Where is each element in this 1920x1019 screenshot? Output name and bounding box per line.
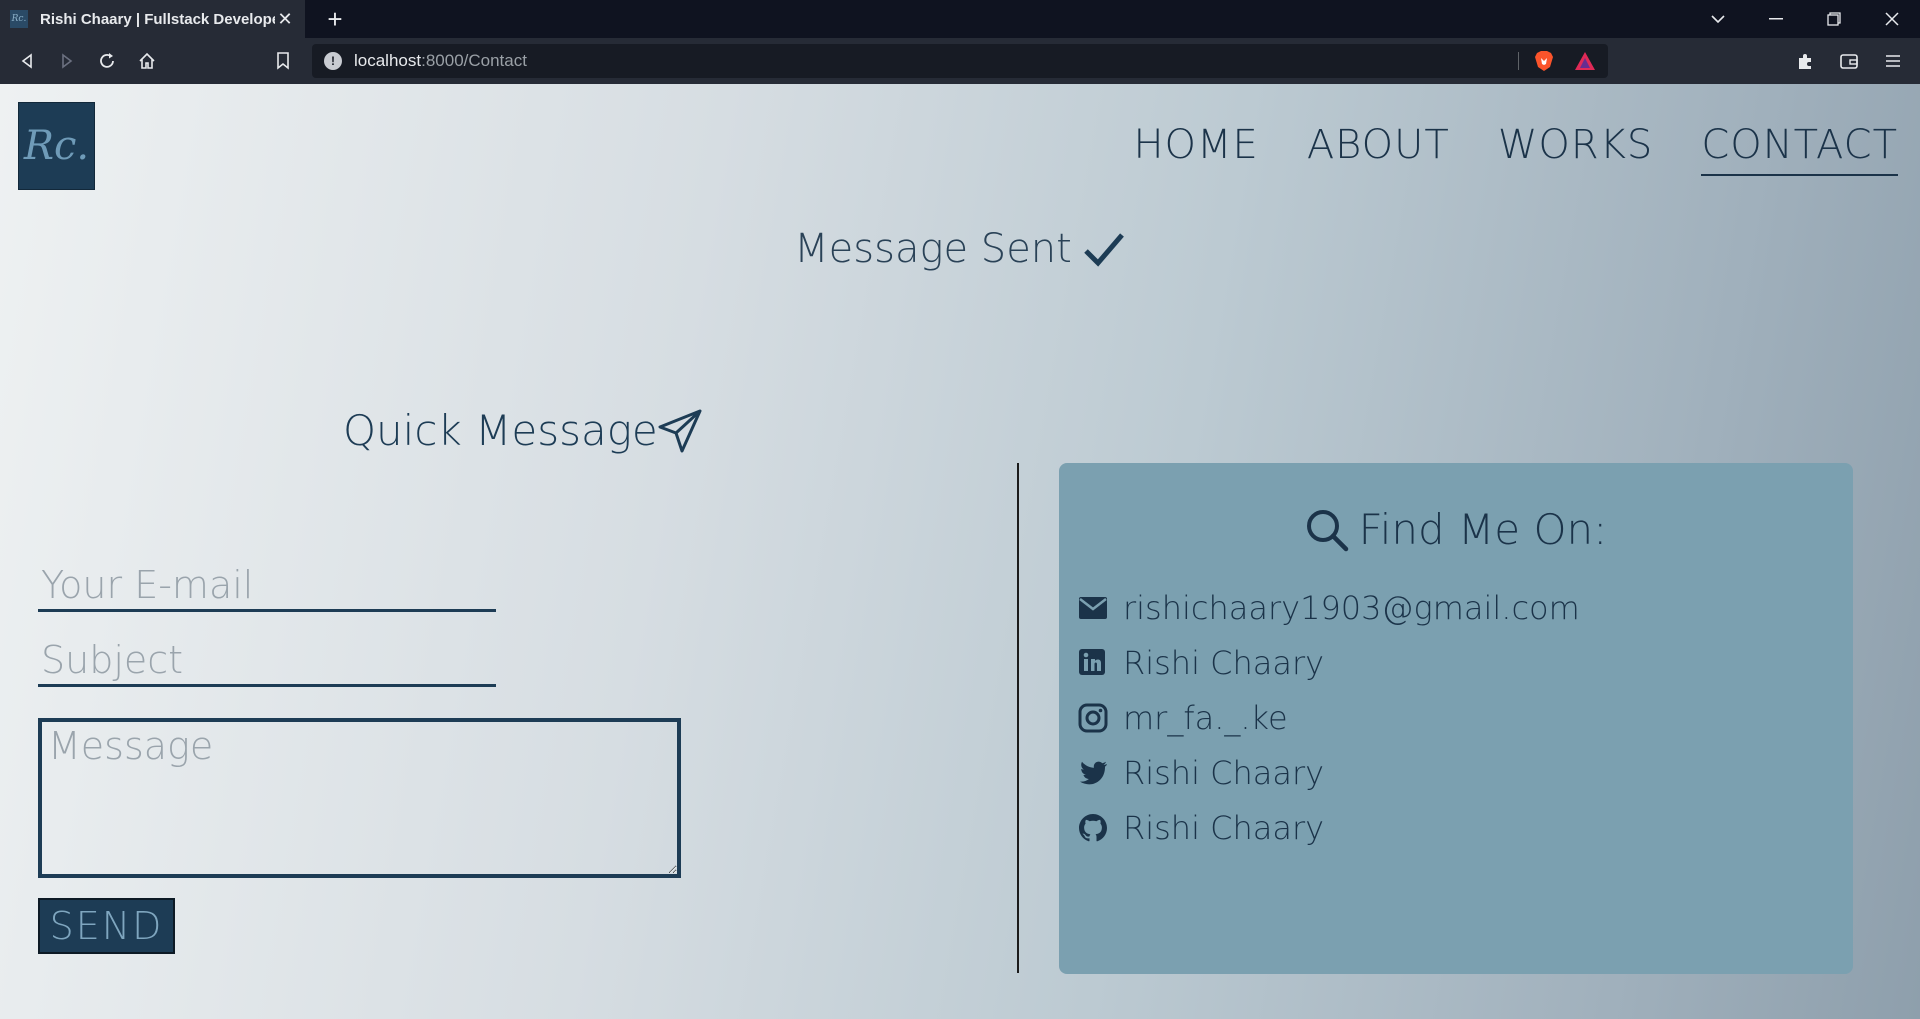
subject-field[interactable] bbox=[38, 635, 496, 687]
nav-home[interactable]: HOME bbox=[1133, 122, 1258, 176]
forward-icon[interactable] bbox=[52, 46, 82, 76]
wallet-icon[interactable] bbox=[1834, 46, 1864, 76]
contact-linkedin[interactable]: Rishi Chaary bbox=[1077, 644, 1324, 682]
contact-instagram-label: mr_fa._.ke bbox=[1123, 699, 1288, 737]
close-window-button[interactable] bbox=[1864, 0, 1920, 38]
email-field[interactable] bbox=[38, 560, 496, 612]
contact-email[interactable]: rishichaary1903@gmail.com bbox=[1077, 589, 1580, 627]
instagram-icon bbox=[1078, 703, 1108, 733]
checkmark-icon bbox=[1084, 233, 1124, 267]
linkedin-icon bbox=[1079, 649, 1105, 675]
browser-toolbar: ! localhost:8000/Contact bbox=[0, 38, 1920, 84]
nav-contact[interactable]: CONTACT bbox=[1701, 122, 1898, 176]
url-host: localhost bbox=[354, 51, 422, 70]
github-icon bbox=[1079, 814, 1107, 842]
minimize-button[interactable] bbox=[1748, 0, 1804, 38]
back-icon[interactable] bbox=[12, 46, 42, 76]
contact-twitter-label: Rishi Chaary bbox=[1123, 754, 1325, 792]
page: Rc. HOME ABOUT WORKS CONTACT Message Sen… bbox=[0, 84, 1920, 1019]
restore-button[interactable] bbox=[1806, 0, 1862, 38]
url-path: :8000/Contact bbox=[421, 51, 527, 70]
paper-plane-icon bbox=[658, 409, 702, 452]
bookmark-icon[interactable] bbox=[268, 46, 298, 76]
envelope-icon bbox=[1079, 597, 1107, 619]
vertical-divider bbox=[1017, 463, 1019, 973]
search-icon bbox=[1306, 509, 1348, 551]
status-message: Message Sent bbox=[0, 226, 1920, 272]
contact-github[interactable]: Rishi Chaary bbox=[1077, 809, 1324, 847]
url-divider bbox=[1518, 52, 1519, 70]
extensions-icon[interactable] bbox=[1790, 46, 1820, 76]
status-text: Message Sent bbox=[794, 226, 1072, 272]
contact-twitter[interactable]: Rishi Chaary bbox=[1077, 754, 1324, 792]
twitter-icon bbox=[1080, 761, 1107, 785]
find-me-title: Find Me On: bbox=[1059, 505, 1853, 554]
contact-linkedin-label: Rishi Chaary bbox=[1123, 644, 1325, 682]
contact-instagram[interactable]: mr_fa._.ke bbox=[1077, 699, 1288, 737]
quick-message-label: Quick Message bbox=[343, 406, 658, 455]
new-tab-button[interactable]: + bbox=[320, 4, 350, 34]
address-bar[interactable]: ! localhost:8000/Contact bbox=[312, 44, 1608, 78]
tab-search-icon[interactable] bbox=[1690, 0, 1746, 38]
close-tab-icon[interactable]: ✕ bbox=[275, 9, 295, 30]
browser-tab[interactable]: Rc. Rishi Chaary | Fullstack Developer ✕ bbox=[0, 0, 305, 38]
home-icon[interactable] bbox=[132, 46, 162, 76]
brave-rewards-icon[interactable] bbox=[1574, 50, 1596, 72]
menu-icon[interactable] bbox=[1878, 46, 1908, 76]
tab-title: Rishi Chaary | Fullstack Developer bbox=[40, 10, 275, 28]
browser-tab-bar: Rc. Rishi Chaary | Fullstack Developer ✕… bbox=[0, 0, 1920, 38]
site-logo[interactable]: Rc. bbox=[18, 102, 95, 190]
message-textarea[interactable] bbox=[38, 718, 681, 878]
main-nav: HOME ABOUT WORKS CONTACT bbox=[1133, 122, 1898, 176]
contact-email-label: rishichaary1903@gmail.com bbox=[1123, 589, 1580, 627]
nav-about[interactable]: ABOUT bbox=[1307, 122, 1450, 176]
find-me-label: Find Me On: bbox=[1358, 505, 1608, 554]
favicon-icon: Rc. bbox=[10, 10, 28, 28]
nav-works[interactable]: WORKS bbox=[1498, 122, 1653, 176]
send-button[interactable]: SEND bbox=[38, 898, 175, 954]
brave-shields-icon[interactable] bbox=[1534, 50, 1554, 72]
contact-github-label: Rishi Chaary bbox=[1123, 809, 1325, 847]
site-info-icon[interactable]: ! bbox=[324, 52, 342, 70]
reload-icon[interactable] bbox=[92, 46, 122, 76]
find-me-card: Find Me On: rishichaary1903@gmail.com Ri… bbox=[1059, 463, 1853, 974]
quick-message-title: Quick Message bbox=[343, 406, 702, 455]
